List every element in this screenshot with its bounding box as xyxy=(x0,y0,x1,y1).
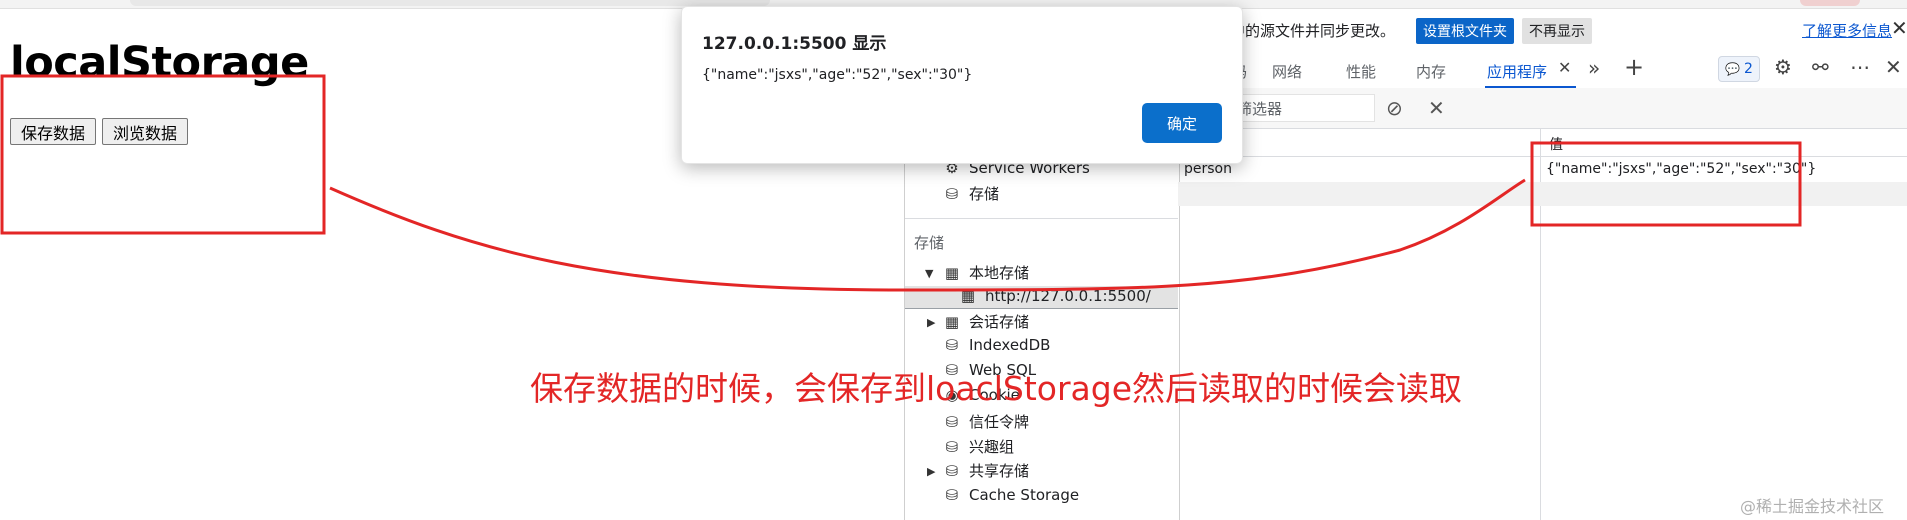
annotation-text: 保存数据的时候，会保存到loaclStorage然后读取的时候会读取 xyxy=(530,369,1463,408)
watermark: @稀土掘金技术社区 xyxy=(1740,497,1885,516)
annotation-connector-curve xyxy=(329,178,1526,292)
annotation-overlay xyxy=(0,74,1802,292)
annotation-box-value xyxy=(1530,141,1802,227)
annotation-box-page xyxy=(0,74,326,235)
